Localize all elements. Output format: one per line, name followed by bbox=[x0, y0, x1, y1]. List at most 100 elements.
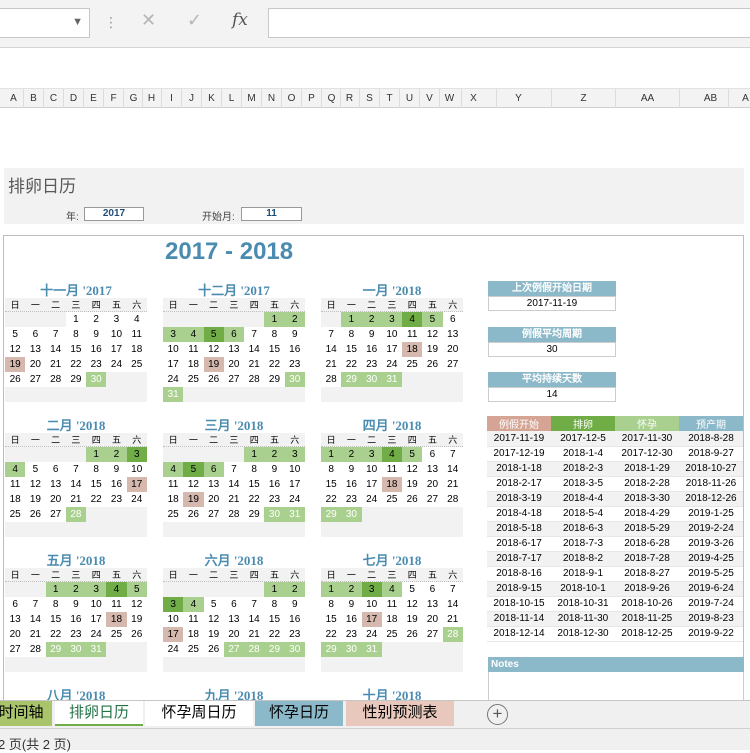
day-cell[interactable]: 21 bbox=[244, 627, 265, 642]
column-header[interactable]: T bbox=[380, 89, 400, 108]
day-cell[interactable]: 6 bbox=[223, 327, 245, 342]
day-cell[interactable]: 7 bbox=[223, 462, 245, 477]
day-cell[interactable]: 8 bbox=[45, 597, 66, 612]
day-cell[interactable]: 1 bbox=[341, 312, 362, 327]
day-cell[interactable]: 30 bbox=[284, 642, 305, 657]
day-cell[interactable]: 18 bbox=[163, 492, 184, 507]
table-cell[interactable]: 2018-11-14 bbox=[487, 611, 551, 627]
day-cell[interactable]: 12 bbox=[203, 612, 224, 627]
column-header[interactable]: R bbox=[340, 89, 360, 108]
column-header[interactable]: V bbox=[420, 89, 440, 108]
day-cell[interactable]: 21 bbox=[321, 357, 342, 372]
day-cell[interactable]: 18 bbox=[402, 342, 423, 357]
day-cell[interactable]: 4 bbox=[183, 327, 204, 342]
day-cell[interactable]: 23 bbox=[284, 357, 305, 372]
day-cell[interactable]: 11 bbox=[106, 597, 127, 612]
day-cell[interactable]: 11 bbox=[183, 342, 204, 357]
day-cell[interactable]: 22 bbox=[341, 357, 362, 372]
table-cell[interactable]: 2018-10-26 bbox=[615, 596, 679, 612]
day-cell[interactable]: 18 bbox=[183, 357, 204, 372]
column-header[interactable]: U bbox=[400, 89, 420, 108]
table-cell[interactable]: 2018-8-16 bbox=[487, 566, 551, 582]
day-cell[interactable]: 17 bbox=[163, 627, 184, 642]
table-cell[interactable]: 2018-6-3 bbox=[551, 521, 615, 537]
day-cell[interactable]: 1 bbox=[321, 582, 342, 597]
table-cell[interactable]: 2018-12-25 bbox=[615, 626, 679, 642]
day-cell[interactable]: 8 bbox=[321, 597, 342, 612]
day-cell[interactable]: 20 bbox=[223, 627, 245, 642]
day-cell[interactable]: 24 bbox=[106, 357, 127, 372]
day-cell[interactable]: 16 bbox=[341, 612, 362, 627]
day-cell[interactable]: 13 bbox=[45, 477, 66, 492]
day-cell[interactable]: 6 bbox=[203, 462, 224, 477]
day-cell[interactable]: 30 bbox=[264, 507, 285, 522]
day-cell[interactable]: 23 bbox=[341, 627, 362, 642]
day-cell[interactable]: 5 bbox=[5, 327, 26, 342]
day-cell[interactable]: 15 bbox=[45, 612, 66, 627]
day-cell[interactable]: 12 bbox=[25, 477, 46, 492]
table-cell[interactable]: 2019-6-24 bbox=[679, 581, 743, 597]
day-cell[interactable]: 13 bbox=[223, 342, 245, 357]
day-cell[interactable]: 16 bbox=[341, 477, 362, 492]
day-cell[interactable]: 9 bbox=[341, 462, 362, 477]
day-cell[interactable]: 9 bbox=[341, 597, 362, 612]
column-header[interactable]: N bbox=[262, 89, 282, 108]
day-cell[interactable]: 23 bbox=[341, 492, 362, 507]
day-cell[interactable]: 25 bbox=[381, 627, 403, 642]
table-cell[interactable]: 2018-5-29 bbox=[615, 521, 679, 537]
day-cell[interactable]: 29 bbox=[65, 372, 87, 387]
day-cell[interactable]: 15 bbox=[321, 477, 342, 492]
day-cell[interactable]: 13 bbox=[25, 342, 46, 357]
day-cell[interactable]: 10 bbox=[126, 462, 147, 477]
day-cell[interactable]: 25 bbox=[126, 357, 147, 372]
table-cell[interactable]: 2017-12-19 bbox=[487, 446, 551, 462]
day-cell[interactable]: 31 bbox=[381, 372, 403, 387]
day-cell[interactable]: 5 bbox=[203, 327, 224, 342]
day-cell[interactable]: 27 bbox=[442, 357, 463, 372]
table-cell[interactable]: 2018-8-27 bbox=[615, 566, 679, 582]
table-cell[interactable]: 2017-12-30 bbox=[615, 446, 679, 462]
day-cell[interactable]: 14 bbox=[321, 342, 342, 357]
last-period-value[interactable]: 2017-11-19 bbox=[488, 296, 616, 311]
avg-period-days-value[interactable]: 14 bbox=[488, 387, 616, 402]
day-cell[interactable]: 18 bbox=[381, 612, 403, 627]
day-cell[interactable]: 3 bbox=[361, 582, 382, 597]
column-header[interactable]: A bbox=[4, 89, 24, 108]
day-cell[interactable]: 25 bbox=[106, 627, 127, 642]
day-cell[interactable]: 16 bbox=[106, 477, 127, 492]
day-cell[interactable]: 16 bbox=[264, 477, 285, 492]
sheet-tab[interactable]: 性别预测表 bbox=[346, 701, 454, 726]
day-cell[interactable]: 20 bbox=[442, 342, 463, 357]
day-cell[interactable]: 2 bbox=[361, 312, 382, 327]
table-cell[interactable]: 2018-2-17 bbox=[487, 476, 551, 492]
day-cell[interactable]: 8 bbox=[341, 327, 362, 342]
day-cell[interactable]: 13 bbox=[422, 462, 443, 477]
day-cell[interactable]: 7 bbox=[244, 327, 265, 342]
day-cell[interactable]: 23 bbox=[106, 492, 127, 507]
day-cell[interactable]: 23 bbox=[284, 627, 305, 642]
day-cell[interactable]: 6 bbox=[442, 312, 463, 327]
day-cell[interactable]: 12 bbox=[402, 462, 423, 477]
day-cell[interactable]: 9 bbox=[284, 327, 305, 342]
table-cell[interactable]: 2018-4-29 bbox=[615, 506, 679, 522]
day-cell[interactable]: 17 bbox=[126, 477, 147, 492]
day-cell[interactable]: 6 bbox=[422, 582, 443, 597]
table-cell[interactable]: 2018-5-4 bbox=[551, 506, 615, 522]
table-cell[interactable]: 2019-5-25 bbox=[679, 566, 743, 582]
day-cell[interactable]: 1 bbox=[264, 312, 285, 327]
day-cell[interactable]: 14 bbox=[45, 342, 66, 357]
avg-cycle-value[interactable]: 30 bbox=[488, 342, 616, 357]
day-cell[interactable]: 8 bbox=[264, 327, 285, 342]
day-cell[interactable]: 29 bbox=[264, 372, 285, 387]
day-cell[interactable]: 20 bbox=[422, 477, 443, 492]
day-cell[interactable]: 30 bbox=[341, 642, 362, 657]
day-cell[interactable]: 3 bbox=[381, 312, 403, 327]
column-header[interactable]: AA bbox=[617, 89, 680, 108]
day-cell[interactable]: 26 bbox=[402, 627, 423, 642]
day-cell[interactable]: 5 bbox=[126, 582, 147, 597]
table-cell[interactable]: 2018-11-26 bbox=[679, 476, 743, 492]
table-cell[interactable]: 2018-7-17 bbox=[487, 551, 551, 567]
day-cell[interactable]: 19 bbox=[183, 492, 204, 507]
column-header[interactable]: M bbox=[242, 89, 262, 108]
day-cell[interactable]: 15 bbox=[86, 477, 107, 492]
